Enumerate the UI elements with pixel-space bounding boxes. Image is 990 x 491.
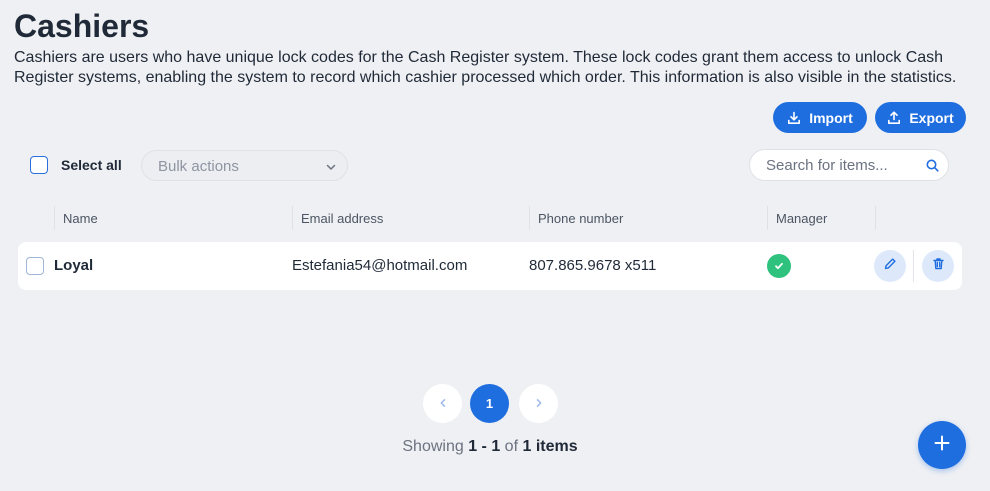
action-divider bbox=[913, 250, 914, 282]
export-button[interactable]: Export bbox=[875, 102, 966, 133]
search-box bbox=[749, 149, 949, 181]
page-number-button[interactable]: 1 bbox=[470, 384, 509, 423]
pencil-icon bbox=[884, 257, 897, 275]
search-input[interactable] bbox=[766, 156, 916, 174]
showing-total: 1 items bbox=[522, 438, 578, 455]
bulk-actions-select[interactable]: Bulk actions bbox=[141, 150, 348, 181]
pagination-summary: Showing 1 - 1 of 1 items bbox=[0, 438, 980, 456]
cashier-phone: 807.865.9678 x511 bbox=[529, 257, 657, 274]
delete-button[interactable] bbox=[922, 250, 954, 282]
page-title: Cashiers bbox=[14, 8, 150, 44]
previous-page-button[interactable] bbox=[423, 384, 462, 423]
table-row[interactable]: Loyal Estefania54@hotmail.com 807.865.96… bbox=[18, 242, 962, 290]
import-label: Import bbox=[809, 109, 853, 126]
manager-check-icon bbox=[767, 254, 791, 278]
add-cashier-button[interactable] bbox=[918, 421, 966, 469]
column-divider bbox=[875, 206, 876, 230]
column-header-manager[interactable]: Manager bbox=[776, 211, 827, 226]
bulk-actions-placeholder: Bulk actions bbox=[158, 158, 239, 175]
trash-icon bbox=[932, 257, 945, 275]
import-button[interactable]: Import bbox=[773, 102, 867, 133]
column-header-phone[interactable]: Phone number bbox=[538, 211, 623, 226]
column-header-name[interactable]: Name bbox=[63, 211, 98, 226]
column-header-email[interactable]: Email address bbox=[301, 211, 383, 226]
showing-prefix: Showing bbox=[402, 438, 464, 455]
download-icon bbox=[787, 111, 801, 125]
next-page-button[interactable] bbox=[519, 384, 558, 423]
edit-button[interactable] bbox=[874, 250, 906, 282]
column-divider bbox=[767, 206, 768, 230]
chevron-down-icon bbox=[325, 160, 337, 178]
select-all-label[interactable]: Select all bbox=[61, 157, 122, 173]
select-all-checkbox[interactable] bbox=[30, 156, 48, 174]
column-divider bbox=[54, 206, 55, 230]
search-icon[interactable] bbox=[926, 159, 939, 177]
export-label: Export bbox=[909, 109, 954, 126]
cashier-email: Estefania54@hotmail.com bbox=[292, 257, 468, 274]
cashier-name: Loyal bbox=[54, 257, 94, 274]
column-divider bbox=[529, 206, 530, 230]
showing-range: 1 - 1 bbox=[468, 438, 501, 455]
plus-icon bbox=[933, 434, 951, 457]
row-checkbox[interactable] bbox=[26, 257, 44, 275]
showing-of: of bbox=[504, 438, 519, 455]
chevron-right-icon bbox=[534, 396, 544, 411]
upload-icon bbox=[887, 110, 901, 125]
page-description: Cashiers are users who have unique lock … bbox=[14, 49, 957, 86]
column-divider bbox=[292, 206, 293, 230]
chevron-left-icon bbox=[438, 396, 448, 411]
